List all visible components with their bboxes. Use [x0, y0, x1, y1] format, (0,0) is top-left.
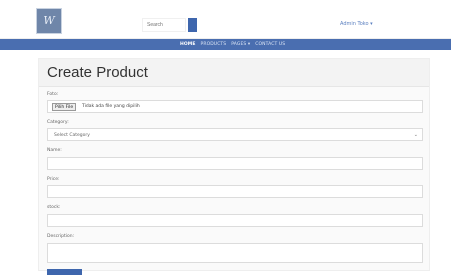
- top-header: W Admin Toko ▾: [0, 0, 451, 39]
- description-field[interactable]: [47, 243, 423, 263]
- nav-products[interactable]: PRODUCTS: [201, 42, 227, 47]
- stock-field[interactable]: [47, 214, 423, 227]
- admin-menu[interactable]: Admin Toko ▾: [340, 21, 373, 27]
- search-button[interactable]: [188, 18, 197, 32]
- stock-label: stock:: [47, 205, 61, 210]
- card-header: Create Product: [39, 59, 429, 87]
- category-select[interactable]: Select Category ⌄: [47, 128, 423, 141]
- description-label: Description:: [47, 234, 75, 239]
- main-navbar: HOME PRODUCTS PAGES ▾ CONTACT US: [0, 39, 451, 50]
- photo-file-input[interactable]: Pilih File Tidak ada file yang dipilih: [47, 100, 423, 113]
- page-title: Create Product: [47, 64, 148, 81]
- choose-file-button[interactable]: Pilih File: [52, 103, 77, 111]
- photo-label: Foto:: [47, 92, 59, 97]
- nav-pages[interactable]: PAGES ▾: [231, 42, 250, 47]
- nav-contact-us[interactable]: CONTACT US: [255, 42, 285, 47]
- nav-items: HOME PRODUCTS PAGES ▾ CONTACT US: [180, 39, 285, 50]
- create-product-card: Create Product Foto: Pilih File Tidak ad…: [38, 58, 430, 275]
- name-label: Name:: [47, 148, 62, 153]
- chevron-down-icon: ⌄: [413, 132, 418, 138]
- logo-text: W: [43, 14, 55, 27]
- file-status-text: Tidak ada file yang dipilih: [82, 104, 140, 109]
- nav-home[interactable]: HOME: [180, 42, 196, 47]
- price-label: Price:: [47, 177, 60, 182]
- search-input[interactable]: [142, 18, 186, 32]
- category-label: Category:: [47, 120, 69, 125]
- logo[interactable]: W: [36, 8, 62, 34]
- submit-button[interactable]: [47, 269, 82, 275]
- price-field[interactable]: [47, 185, 423, 198]
- category-selected-value: Select Category: [54, 133, 90, 138]
- name-field[interactable]: [47, 157, 423, 170]
